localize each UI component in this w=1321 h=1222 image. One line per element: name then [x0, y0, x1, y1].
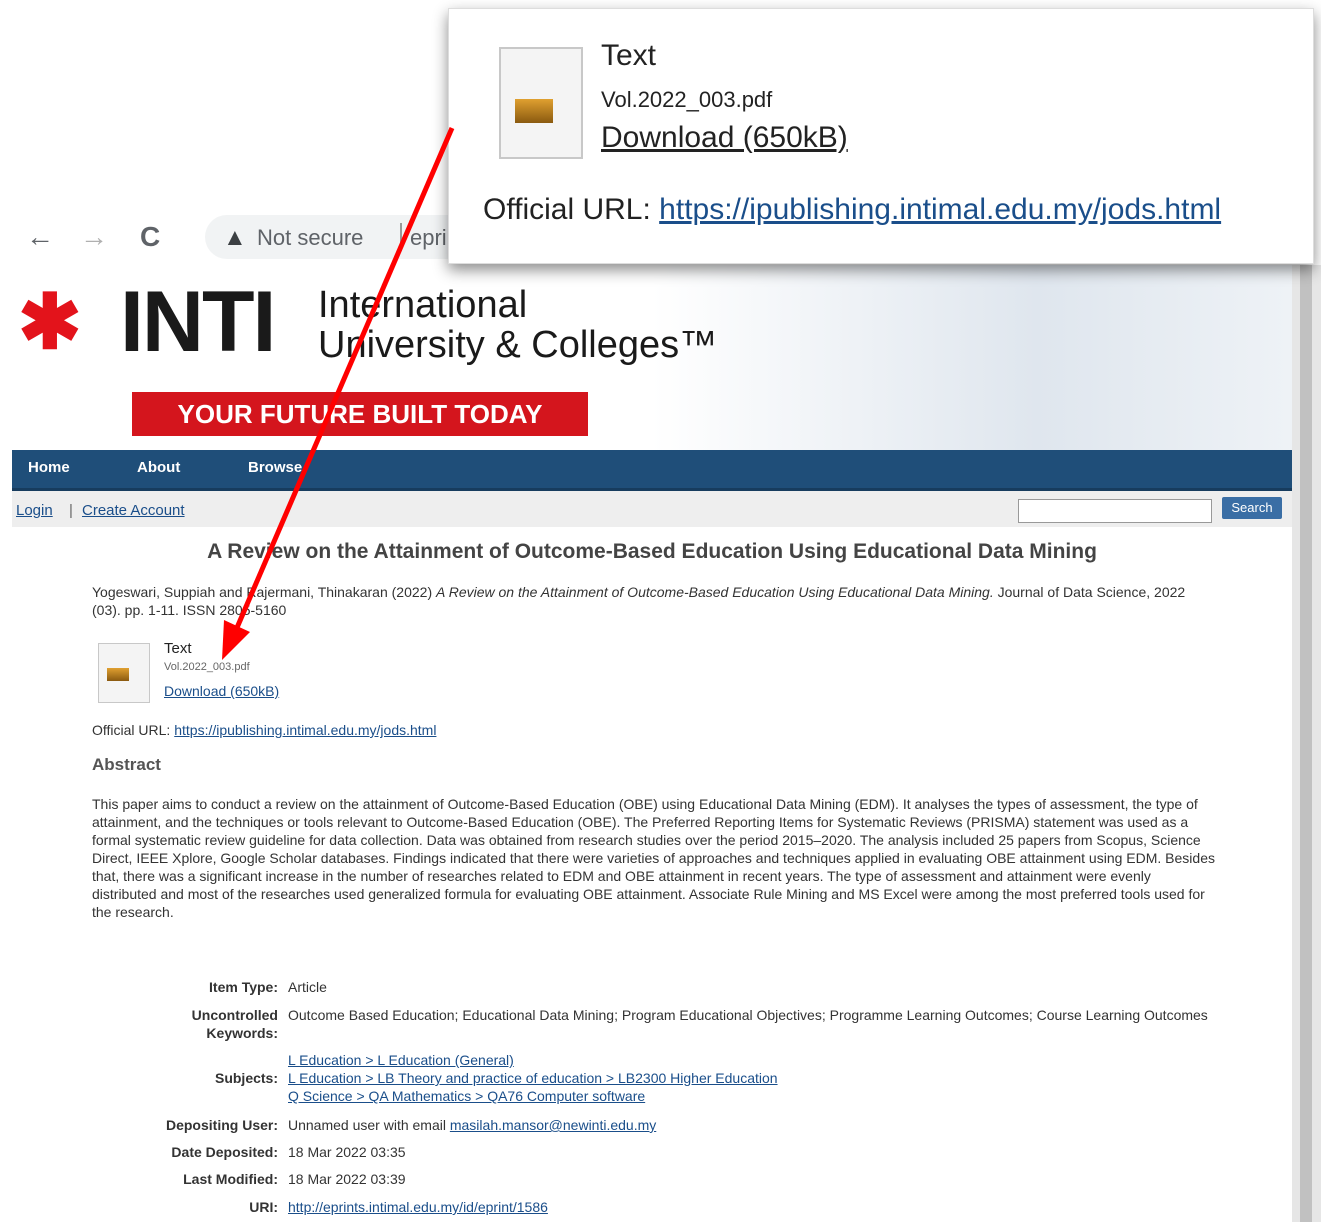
date-deposited-label: Date Deposited: [171, 1144, 278, 1160]
scrollbar-thumb[interactable] [1300, 265, 1312, 1222]
document-icon-large [499, 47, 583, 159]
depositing-user-value: Unnamed user with email masilah.mansor@n… [288, 1116, 1208, 1134]
reload-icon[interactable]: C [140, 221, 160, 253]
create-account-link[interactable]: Create Account [82, 502, 185, 519]
item-type-label: Item Type: [209, 979, 278, 995]
keywords-value: Outcome Based Education; Educational Dat… [288, 1007, 1208, 1023]
search-button[interactable]: Search [1222, 497, 1282, 519]
back-arrow-icon[interactable]: ← [26, 221, 54, 253]
warning-icon[interactable]: ▲ [223, 224, 247, 252]
item-type-value: Article [288, 979, 327, 995]
callout-document-type: Text [601, 39, 657, 72]
eprint-page: ✱ INTI International University & Colleg… [12, 265, 1292, 1222]
logo-line-2: University & Colleges™ [318, 324, 718, 366]
abstract-heading: Abstract [92, 755, 161, 774]
official-url-label: Official URL: [92, 722, 171, 738]
vertical-scrollbar[interactable] [1292, 265, 1321, 1222]
last-modified-label: Last Modified: [183, 1171, 278, 1187]
menu-about[interactable]: About [137, 459, 180, 476]
main-menu: Home About Browse [12, 450, 1292, 491]
callout-download-link[interactable]: Download (650kB) [601, 121, 848, 155]
forward-arrow-icon[interactable]: → [80, 221, 108, 253]
subject-link[interactable]: L Education > LB Theory and practice of … [288, 1070, 778, 1086]
callout-official-url-label: Official URL: [483, 193, 651, 226]
keywords-label-2: Keywords: [206, 1025, 278, 1041]
subjects-label: Subjects: [214, 1070, 278, 1086]
keywords-label-1: Uncontrolled [191, 1007, 278, 1023]
date-deposited-value: 18 Mar 2022 03:35 [288, 1144, 406, 1160]
inti-star-logo-icon: ✱ [18, 280, 82, 365]
userbar-separator: | [69, 502, 73, 519]
zoom-callout: Text Vol.2022_003.pdf Download (650kB) O… [448, 8, 1314, 264]
uri-label: URI: [249, 1199, 278, 1215]
menu-browse[interactable]: Browse [248, 459, 302, 476]
depositing-email-link[interactable]: masilah.mansor@newinti.edu.my [450, 1117, 656, 1133]
download-link[interactable]: Download (650kB) [164, 683, 279, 699]
citation-authors: Yogeswari, Suppiah and Rajermani, Thinak… [92, 584, 433, 600]
address-url[interactable]: epri [410, 225, 447, 251]
uri-link[interactable]: http://eprints.intimal.edu.my/id/eprint/… [288, 1199, 548, 1215]
menu-home[interactable]: Home [28, 459, 70, 476]
official-url-link[interactable]: https://ipublishing.intimal.edu.my/jods.… [174, 722, 436, 738]
security-status[interactable]: Not secure [257, 225, 363, 251]
search-input[interactable] [1018, 499, 1212, 523]
logo-text: INTI [120, 274, 276, 370]
document-type: Text [164, 640, 192, 657]
callout-document-filename: Vol.2022_003.pdf [601, 87, 773, 112]
official-url: Official URL: https://ipublishing.intima… [92, 722, 436, 738]
document-filename: Vol.2022_003.pdf [164, 661, 250, 673]
subject-link[interactable]: Q Science > QA Mathematics > QA76 Comput… [288, 1088, 645, 1104]
depositing-user-label: Depositing User: [165, 1117, 278, 1133]
citation: Yogeswari, Suppiah and Rajermani, Thinak… [92, 583, 1192, 619]
address-separator [400, 223, 402, 251]
callout-official-url: Official URL: https://ipublishing.intima… [483, 193, 1221, 227]
login-link[interactable]: Login [16, 502, 53, 519]
last-modified-value: 18 Mar 2022 03:39 [288, 1171, 406, 1187]
uri-value: http://eprints.intimal.edu.my/id/eprint/… [288, 1198, 1208, 1216]
abstract-text: This paper aims to conduct a review on t… [92, 796, 1215, 920]
user-bar: Login | Create Account Search [12, 491, 1292, 527]
callout-official-url-link[interactable]: https://ipublishing.intimal.edu.my/jods.… [659, 193, 1221, 226]
citation-title: A Review on the Attainment of Outcome-Ba… [436, 584, 994, 600]
subjects-list: L Education > L Education (General) L Ed… [288, 1051, 1208, 1105]
tagline: YOUR FUTURE BUILT TODAY [132, 392, 588, 436]
article-title: A Review on the Attainment of Outcome-Ba… [207, 540, 1097, 563]
subject-link[interactable]: L Education > L Education (General) [288, 1052, 514, 1068]
depositing-user-text: Unnamed user with email [288, 1117, 446, 1133]
document-icon[interactable] [98, 643, 150, 703]
logo-line-1: International [318, 284, 528, 326]
site-banner: ✱ INTI International University & Colleg… [12, 265, 1292, 450]
